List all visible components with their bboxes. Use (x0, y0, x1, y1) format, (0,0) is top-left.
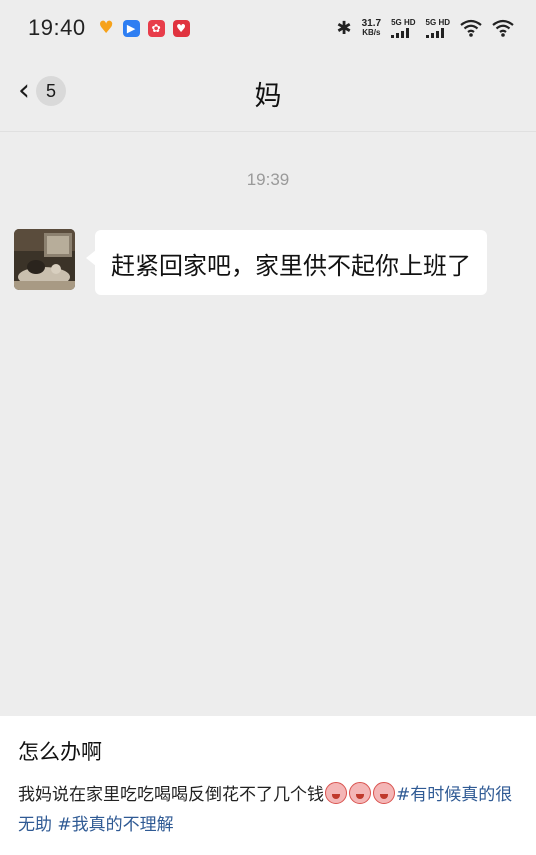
status-bar: 19:40 ♥ ▶ ✿ ♥ ✱ 31.7 KB/s 5G HD 5G HD (0, 0, 536, 56)
network-speed: 31.7 KB/s (361, 18, 382, 38)
hashtag-link[interactable]: #我真的不理解 (57, 815, 173, 835)
crying-face-icon (349, 782, 371, 804)
wifi-icon (460, 19, 482, 37)
signal-icon: 5G HD (391, 18, 416, 38)
notification-icons: ♥ ▶ ✿ ♥ (98, 18, 190, 38)
flower-icon: ✿ (147, 19, 165, 37)
post-caption: 怎么办啊 我妈说在家里吃吃喝喝反倒花不了几个钱 #有时候真的很无助 #我真的不理解 (0, 716, 536, 855)
status-indicators: ✱ 31.7 KB/s 5G HD 5G HD (337, 18, 514, 39)
bluetooth-icon: ✱ (336, 17, 352, 39)
wifi-icon (492, 19, 514, 37)
post-body-text: 我妈说在家里吃吃喝喝反倒花不了几个钱 (18, 785, 324, 805)
message-row: 赶紧回家吧，家里供不起你上班了 (14, 229, 487, 295)
unread-count-badge: 5 (36, 76, 66, 106)
avatar[interactable] (14, 229, 75, 290)
back-button[interactable]: ‹ 5 (18, 76, 66, 106)
message-bubble[interactable]: 赶紧回家吧，家里供不起你上班了 (86, 230, 487, 295)
redheart-icon: ♥ (172, 19, 190, 37)
status-time: 19:40 (28, 15, 86, 40)
play-icon: ▶ (122, 19, 140, 37)
post-title: 怎么办啊 (18, 740, 102, 764)
crying-face-icon (325, 782, 347, 804)
chat-header: ‹ 5 妈 (0, 56, 536, 132)
chat-title: 妈 (254, 81, 282, 112)
heart-icon: ♥ (98, 18, 114, 38)
post-body: 我妈说在家里吃吃喝喝反倒花不了几个钱 #有时候真的很无助 #我真的不理解 (18, 780, 518, 840)
crying-face-icon (373, 782, 395, 804)
chevron-left-icon: ‹ (18, 73, 30, 108)
message-timestamp: 19:39 (246, 170, 290, 189)
signal-icon: 5G HD (425, 18, 450, 38)
